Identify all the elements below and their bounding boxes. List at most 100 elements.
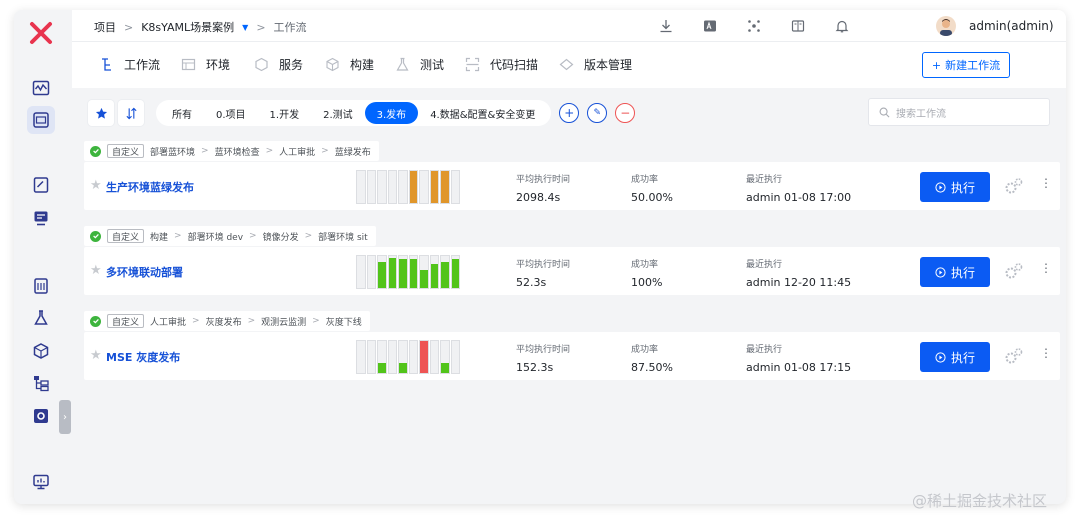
more-icon[interactable]: ⋮ — [1040, 261, 1052, 275]
run-history-bar-success[interactable] — [450, 255, 460, 289]
breadcrumb-root[interactable]: 项目 — [94, 19, 116, 35]
tab-label: 服务 — [279, 58, 304, 72]
tab-version[interactable]: 版本管理 — [559, 56, 632, 73]
release-plan-icon[interactable] — [27, 171, 55, 199]
tab-environment[interactable]: 环境 — [181, 56, 230, 73]
workflow-card[interactable]: ★ 多环境联动部署 平均执行时间 52.3s 成功率 100% 最近执行 admin … — [84, 247, 1060, 295]
run-history-bar-fill — [430, 264, 438, 288]
workflow-name[interactable]: 多环境联动部署 — [106, 264, 183, 280]
run-history-bar-success[interactable] — [419, 255, 429, 289]
run-history-bar-empty[interactable] — [356, 255, 366, 289]
template-icon[interactable] — [27, 204, 55, 232]
monitor-icon[interactable] — [27, 468, 55, 496]
run-history-bar-fill — [378, 262, 386, 288]
run-history-bar-success[interactable] — [398, 340, 408, 374]
tab-label: 代码扫描 — [490, 58, 539, 72]
run-history-bar-success[interactable] — [408, 255, 418, 289]
more-icon[interactable]: ⋮ — [1040, 346, 1052, 360]
run-history-bar-success[interactable] — [440, 255, 450, 289]
stage: 镜像分发 — [262, 232, 299, 243]
test-center-icon[interactable] — [27, 304, 55, 332]
workflow-card[interactable]: ★ MSE 灰度发布 平均执行时间 152.3s 成功率 87.50% 最近执行 ad… — [84, 332, 1060, 380]
run-history-bar-empty[interactable] — [356, 170, 366, 204]
run-history-bar-empty[interactable] — [419, 170, 429, 204]
group-tab-active[interactable]: 3.发布 — [364, 102, 419, 124]
group-tab[interactable]: 所有 — [160, 102, 204, 124]
settings-icon[interactable] — [27, 402, 55, 430]
run-history-bar-success[interactable] — [440, 340, 450, 374]
search-input[interactable]: 搜索工作流 — [868, 98, 1050, 126]
group-tab[interactable]: 0.项目 — [204, 102, 258, 124]
run-history-bar-success[interactable] — [387, 255, 397, 289]
project-icon[interactable] — [27, 106, 55, 134]
run-history-bar-empty[interactable] — [408, 340, 418, 374]
star-icon[interactable]: ★ — [90, 348, 102, 363]
run-history-bar-empty[interactable] — [366, 255, 376, 289]
dashboard-icon[interactable] — [27, 74, 55, 102]
caret-down-icon[interactable]: ▼ — [242, 23, 248, 32]
run-history-bar-empty[interactable] — [450, 340, 460, 374]
run-history-bar-empty[interactable] — [377, 170, 387, 204]
run-history-bar-success[interactable] — [429, 255, 439, 289]
download-icon[interactable] — [658, 18, 674, 34]
run-button[interactable]: 执行 — [920, 172, 990, 202]
run-history-bar-warning[interactable] — [429, 170, 439, 204]
edit-group-icon[interactable]: ✎ — [587, 103, 608, 123]
sort-button[interactable] — [118, 100, 144, 126]
group-tab[interactable]: 4.数据&配置&安全变更 — [418, 102, 547, 124]
resource-icon[interactable] — [27, 337, 55, 365]
bell-icon[interactable] — [834, 18, 850, 34]
run-history-bar-warning[interactable] — [440, 170, 450, 204]
run-history-bar-empty[interactable] — [387, 340, 397, 374]
run-history-bar-empty[interactable] — [398, 170, 408, 204]
run-button[interactable]: 执行 — [920, 257, 990, 287]
sidebar-collapse-handle[interactable]: › — [59, 400, 71, 434]
workflow-card[interactable]: ★ 生产环境蓝绿发布 平均执行时间 2098.4s 成功率 50.00% 最近执行 a… — [84, 162, 1060, 210]
run-history-bar-empty[interactable] — [450, 170, 460, 204]
translate-icon[interactable] — [702, 18, 718, 34]
more-icon[interactable]: ⋮ — [1040, 176, 1052, 190]
system-icon[interactable] — [27, 369, 55, 397]
tab-code-scan[interactable]: 代码扫描 — [465, 56, 538, 73]
run-button[interactable]: 执行 — [920, 342, 990, 372]
tab-workflow[interactable]: 工作流 — [99, 56, 160, 73]
docs-icon[interactable] — [790, 18, 806, 34]
stage: 构建 — [150, 232, 169, 243]
artifact-icon[interactable] — [27, 272, 55, 300]
run-history-bar-fill — [451, 258, 459, 288]
plugin-icon[interactable] — [746, 18, 762, 34]
workflow-name[interactable]: 生产环境蓝绿发布 — [106, 179, 194, 195]
run-history-bar-success[interactable] — [398, 255, 408, 289]
run-history-bar-empty[interactable] — [356, 340, 366, 374]
breadcrumb-project[interactable]: K8sYAML场景案例 — [141, 19, 234, 35]
run-history-bar-empty[interactable] — [366, 170, 376, 204]
star-icon[interactable]: ★ — [90, 178, 102, 193]
group-tab[interactable]: 2.测试 — [311, 102, 365, 124]
favorite-filter-button[interactable] — [88, 100, 114, 126]
gear-icon[interactable] — [1004, 347, 1024, 365]
run-history-bar-success[interactable] — [377, 255, 387, 289]
avatar[interactable] — [936, 16, 956, 36]
add-group-icon[interactable]: + — [559, 103, 580, 123]
group-tab[interactable]: 1.开发 — [258, 102, 312, 124]
tab-label: 测试 — [420, 58, 445, 72]
run-history-bar-empty[interactable] — [429, 340, 439, 374]
run-history-bar-failed[interactable] — [419, 340, 429, 374]
run-history-bar-success[interactable] — [377, 340, 387, 374]
run-history-bar-warning[interactable] — [408, 170, 418, 204]
tab-service[interactable]: 服务 — [254, 56, 303, 73]
run-history-bar-empty[interactable] — [387, 170, 397, 204]
remove-group-icon[interactable]: − — [615, 103, 636, 123]
star-icon[interactable]: ★ — [90, 263, 102, 278]
gear-icon[interactable] — [1004, 177, 1024, 195]
module-tabs: 工作流 环境 服务 构建 测试 代码扫描 版本管理 + 新建工作流 — [72, 42, 1066, 88]
workflow-name[interactable]: MSE 灰度发布 — [106, 349, 180, 365]
run-history-bar-empty[interactable] — [366, 340, 376, 374]
tab-build[interactable]: 构建 — [325, 56, 374, 73]
tab-test[interactable]: 测试 — [395, 56, 444, 73]
user-name[interactable]: admin(admin) — [969, 19, 1054, 33]
run-history-bar-fill — [399, 259, 407, 288]
gear-icon[interactable] — [1004, 262, 1024, 280]
new-workflow-button[interactable]: + 新建工作流 — [922, 52, 1010, 78]
app-window: › 项目 > K8sYAML场景案例 ▼ > 工作流 admin(admin) — [14, 10, 1066, 504]
